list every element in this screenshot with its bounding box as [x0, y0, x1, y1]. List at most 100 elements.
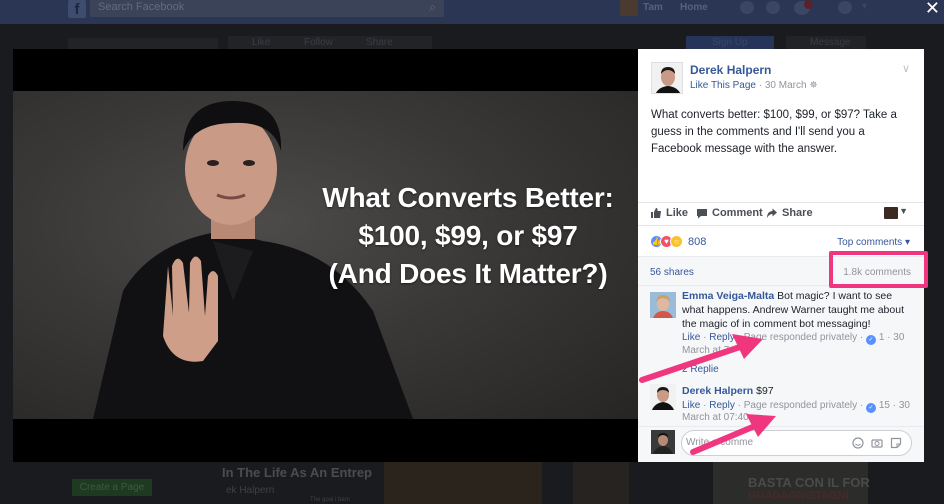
replies-link[interactable]: 2 Replie — [682, 364, 719, 375]
menu-caret-icon[interactable]: ▾ — [862, 1, 872, 14]
current-user-avatar[interactable] — [651, 430, 675, 454]
video-title-line-2: $100, $99, or $97 — [358, 220, 578, 251]
comment-time-2[interactable]: 30 — [899, 400, 910, 411]
bg-thumbnail-2[interactable] — [573, 462, 629, 504]
video-title-line-1: What Converts Better: — [322, 182, 614, 213]
comment-like-count-2[interactable]: 15 — [879, 400, 890, 411]
write-comment-placeholder: Write a comme — [686, 437, 754, 448]
comment-avatar[interactable] — [650, 384, 676, 410]
comment-avatar[interactable] — [650, 292, 676, 318]
comment-like-icon-2: ✓ — [866, 403, 877, 413]
messages-icon[interactable] — [766, 1, 780, 14]
post-meta: Like This Page · 30 March ✵ — [690, 80, 818, 91]
help-icon[interactable] — [838, 1, 852, 14]
bg-thumbnail[interactable] — [384, 462, 542, 504]
friends-icon[interactable] — [740, 1, 754, 14]
bg-sign-up-label: Sign Up — [712, 37, 748, 48]
search-icon[interactable]: ⌕ — [429, 0, 436, 15]
comment-like-link-2[interactable]: Like — [682, 400, 700, 411]
background-actions: Like Follow Share — [228, 36, 432, 50]
bg-message-label: Message — [810, 37, 851, 48]
comment-time-cont-2[interactable]: March at 07:40 — [682, 412, 749, 423]
video-title-line-3: (And Does It Matter?) — [328, 258, 608, 289]
post-options-chevron-icon[interactable]: ∨ — [902, 62, 910, 75]
user-avatar[interactable] — [620, 0, 638, 16]
post-author-name[interactable]: Derek Halpern — [690, 63, 771, 77]
bg-follow-button[interactable]: Follow — [304, 37, 333, 48]
author-avatar[interactable] — [651, 62, 683, 94]
comment-time-cont[interactable]: March at 7 — [682, 345, 729, 356]
comment-reply-link[interactable]: Reply — [709, 332, 735, 343]
commenter-avatar-image — [650, 292, 676, 318]
bg-sign-up-button[interactable]: Sign Up — [686, 36, 774, 50]
comment-body: Emma Veiga-Malta Bot magic? I want to se… — [682, 289, 910, 331]
comment-time-line: March at 7 — [682, 344, 729, 357]
shares-link[interactable]: 56 shares — [650, 267, 694, 278]
post-action-bar: Like Comment Share ▼ — [638, 202, 924, 226]
bg-video-title[interactable]: In The Life As An Entrep — [222, 465, 372, 480]
like-button[interactable]: Like — [650, 207, 688, 219]
like-this-page-link[interactable]: Like This Page — [690, 80, 756, 91]
bg-like-button[interactable]: Like — [252, 37, 270, 48]
current-user-avatar-image — [651, 430, 675, 454]
commenter-name[interactable]: Emma Veiga-Malta — [682, 290, 774, 302]
write-comment-row: Write a comme — [638, 426, 924, 462]
comment-actions: Like · Reply · Page responded privately … — [682, 332, 905, 345]
comment-reply-link-2[interactable]: Reply — [709, 400, 735, 411]
video-player[interactable]: What Converts Better: $100, $99, or $97 … — [13, 49, 638, 462]
facebook-top-bar: f Search Facebook ⌕ Tam Home ▾ — [0, 0, 944, 24]
bg-ad-text-2: GUADAGNISTAGNI — [748, 490, 849, 502]
close-icon[interactable]: ✕ — [925, 0, 940, 19]
post-as-caret-icon[interactable]: ▼ — [899, 206, 908, 216]
thumbs-up-icon — [651, 208, 661, 218]
post-as-avatar[interactable] — [884, 207, 898, 219]
comment-actions-2: Like · Reply · Page responded privately … — [682, 400, 910, 413]
comment-count-highlight — [829, 251, 928, 288]
screen: f Search Facebook ⌕ Tam Home ▾ Like Foll… — [0, 0, 944, 504]
comment-like-count[interactable]: 1 — [879, 332, 885, 343]
comment-label: Comment — [712, 207, 763, 219]
like-label: Like — [666, 207, 689, 219]
share-icon — [767, 208, 777, 218]
nav-user-name[interactable]: Tam — [643, 2, 663, 13]
bg-ad-text: BASTA CON IL FOR — [748, 475, 870, 490]
page-responded-label-2: Page responded privately — [743, 400, 858, 411]
facebook-logo-icon[interactable]: f — [68, 0, 86, 18]
camera-icon[interactable] — [871, 437, 883, 449]
video-title-overlay: What Converts Better: $100, $99, or $97 … — [313, 179, 623, 293]
notification-badge — [804, 0, 813, 9]
share-label: Share — [782, 207, 813, 219]
write-comment-input[interactable]: Write a comme — [681, 430, 912, 456]
video-frame[interactable]: What Converts Better: $100, $99, or $97 … — [13, 91, 638, 419]
comment-like-icon: ✓ — [866, 335, 877, 345]
comment-icon — [697, 208, 707, 218]
emoji-icon[interactable] — [852, 437, 864, 449]
search-input[interactable]: Search Facebook — [98, 1, 184, 13]
comment-time[interactable]: 30 — [893, 332, 904, 343]
commenter-avatar-image — [650, 384, 676, 410]
comment-button[interactable]: Comment — [696, 207, 763, 219]
commenter-name-2[interactable]: Derek Halpern — [682, 385, 753, 397]
top-comments-dropdown[interactable]: Top comments ▾ — [837, 237, 910, 248]
bg-video-author: ek Halpern — [226, 485, 275, 496]
comment-text-2: $97 — [756, 385, 774, 397]
reaction-count[interactable]: 808 — [688, 236, 706, 248]
bg-create-page-button[interactable]: Create a Page — [72, 479, 152, 496]
sticker-icon[interactable] — [890, 437, 902, 449]
bg-message-button[interactable]: Message — [786, 36, 866, 50]
wow-reaction-icon: ○ — [670, 235, 683, 248]
bg-small-caption: The goal i bam — [310, 497, 350, 503]
share-button[interactable]: Share — [766, 207, 813, 219]
post-text: What converts better: $100, $99, or $97?… — [651, 109, 897, 155]
post-date[interactable]: 30 March — [765, 80, 807, 91]
comment-like-link[interactable]: Like — [682, 332, 700, 343]
search-bar[interactable]: Search Facebook ⌕ — [90, 0, 444, 17]
comment-time-line-2: March at 07:40 — [682, 412, 749, 423]
caret-down-icon: ▾ — [902, 237, 910, 248]
privacy-icon: ✵ — [809, 80, 818, 91]
reactions-summary[interactable]: 👍 ♥ ○ 808 — [650, 235, 706, 248]
bg-share-button[interactable]: Share — [366, 37, 393, 48]
top-comments-label: Top comments — [837, 237, 903, 248]
nav-home-link[interactable]: Home — [680, 2, 708, 13]
author-avatar-image — [652, 63, 682, 93]
